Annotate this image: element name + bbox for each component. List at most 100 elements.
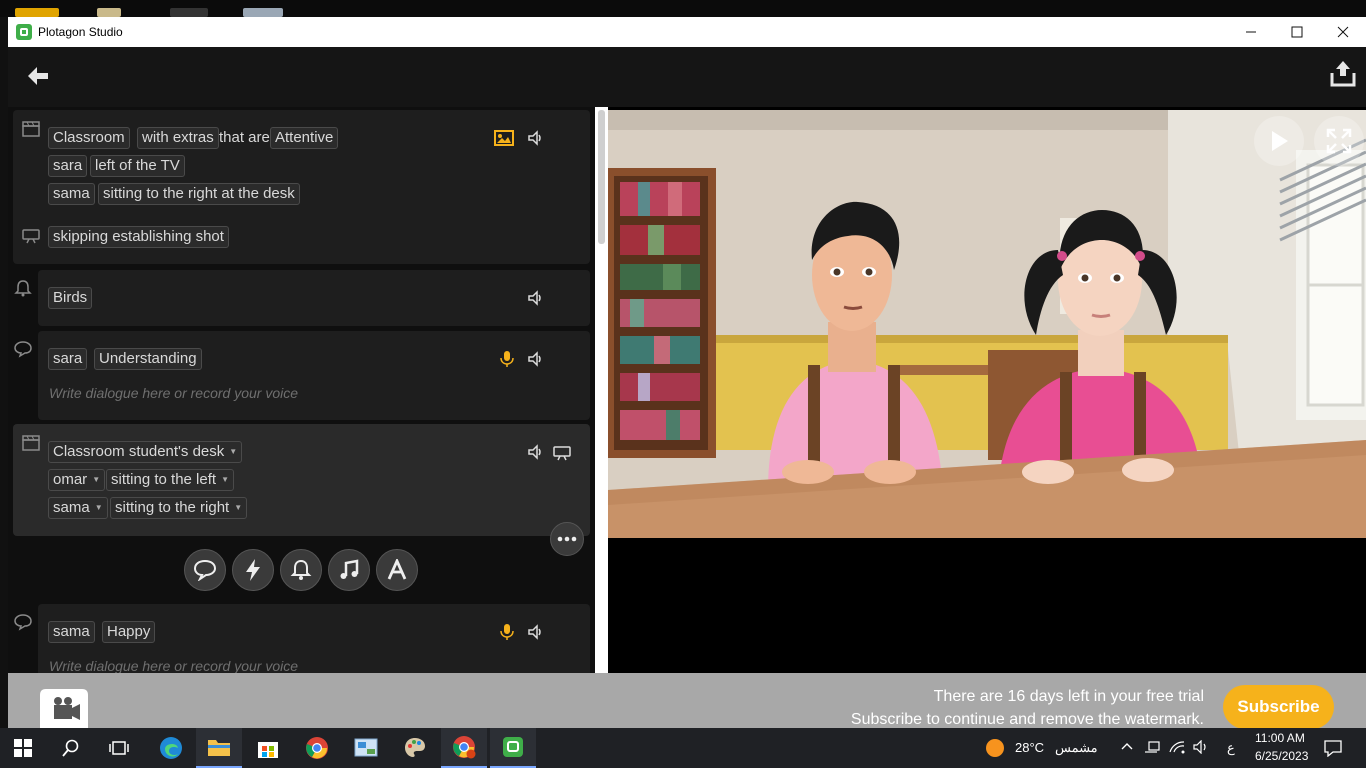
desktop-icon[interactable] [97, 8, 121, 17]
wifi-icon[interactable] [1168, 740, 1186, 754]
trial-subscribe-text: Subscribe to continue and remove the wat… [850, 711, 1204, 728]
trial-days-text: There are 16 days left in your free tria… [933, 688, 1204, 705]
desktop-icon[interactable] [243, 8, 283, 17]
character-chip[interactable]: sama [48, 621, 95, 643]
speech-bubble-icon [14, 341, 32, 358]
clock-time[interactable]: 11:00 AM [1255, 731, 1305, 745]
shot-chip[interactable]: skipping establishing shot [48, 226, 229, 248]
chevron-up-icon[interactable] [1121, 741, 1133, 753]
play-button[interactable] [1254, 116, 1304, 166]
sun-weather-icon[interactable] [985, 738, 1005, 758]
control-panel-taskbar-item[interactable] [343, 728, 389, 768]
location-label: Classroom student's desk [53, 443, 225, 460]
edge-taskbar-item[interactable] [148, 728, 194, 768]
position-chip[interactable]: left of the TV [90, 155, 185, 177]
script-scrollbar[interactable] [595, 107, 608, 673]
more-options-button[interactable] [550, 522, 584, 556]
folder-icon [208, 740, 230, 756]
start-button[interactable] [0, 728, 46, 768]
character-chip[interactable]: sara [48, 155, 88, 177]
maximize-button[interactable] [1274, 17, 1320, 47]
character-dropdown[interactable]: omar ▼ [48, 469, 106, 491]
volume-icon[interactable] [1192, 740, 1210, 754]
weather-temperature[interactable]: 28°C [1015, 740, 1044, 755]
scrollbar-thumb[interactable] [598, 110, 605, 244]
store-taskbar-item[interactable] [245, 728, 291, 768]
microphone-icon[interactable] [498, 350, 516, 368]
chrome-profile-taskbar-item[interactable] [441, 728, 487, 768]
minimize-button[interactable] [1228, 17, 1274, 47]
add-dialogue-button[interactable] [184, 549, 226, 591]
windows-logo-icon [14, 739, 32, 757]
weather-condition[interactable]: مشمس [1055, 740, 1098, 756]
paint-taskbar-item[interactable] [392, 728, 438, 768]
lightning-icon [246, 559, 260, 581]
position-dropdown[interactable]: sitting to the left ▼ [106, 469, 234, 491]
close-icon [1337, 26, 1349, 38]
chrome-icon [453, 736, 476, 759]
character-dropdown[interactable]: sama ▼ [48, 497, 108, 519]
plotagon-logo [38, 687, 90, 731]
character-chip[interactable]: sama [48, 183, 95, 205]
speaker-icon[interactable] [526, 129, 544, 147]
image-icon[interactable] [494, 129, 514, 147]
emotion-chip[interactable]: Understanding [94, 348, 202, 370]
speaker-icon[interactable] [526, 289, 544, 307]
task-view-button[interactable] [96, 728, 142, 768]
dialogue-input[interactable]: Write dialogue here or record your voice [49, 658, 298, 673]
caret-down-icon: ▼ [229, 447, 238, 457]
extras-mood-chip[interactable]: Attentive [270, 127, 339, 149]
camera-icon[interactable] [552, 443, 572, 461]
plotagon-taskbar-item[interactable] [490, 728, 536, 768]
speech-bubble-icon [14, 614, 32, 631]
add-music-button[interactable] [328, 549, 370, 591]
chrome-taskbar-item[interactable] [294, 728, 340, 768]
file-explorer-taskbar-item[interactable] [196, 728, 242, 768]
emotion-chip[interactable]: Happy [102, 621, 156, 643]
back-button[interactable] [26, 64, 52, 88]
speaker-icon[interactable] [526, 350, 544, 368]
input-language[interactable]: ع [1227, 740, 1235, 756]
share-icon [1330, 61, 1356, 87]
desktop-icon[interactable] [15, 8, 59, 17]
plotagon-icon [503, 737, 523, 757]
close-button[interactable] [1320, 17, 1366, 47]
control-panel-icon [354, 738, 378, 757]
speaker-icon[interactable] [526, 443, 544, 461]
play-icon [1272, 131, 1288, 151]
location-dropdown[interactable]: Classroom student's desk ▼ [48, 441, 243, 463]
sound-card[interactable] [38, 270, 590, 326]
caret-down-icon: ▼ [94, 503, 103, 513]
location-chip[interactable]: Classroom [48, 127, 130, 149]
notification-icon[interactable] [1323, 739, 1343, 757]
palette-icon [405, 738, 425, 757]
extras-chip[interactable]: with extras [137, 127, 219, 149]
title-bar: Plotagon Studio [8, 17, 1366, 47]
add-sound-button[interactable] [280, 549, 322, 591]
subscribe-button[interactable]: Subscribe [1223, 685, 1334, 729]
script-panel: Classroom with extras that are Attentive… [8, 107, 595, 673]
window-title: Plotagon Studio [38, 25, 123, 39]
sound-chip[interactable]: Birds [48, 287, 93, 309]
speaker-icon[interactable] [526, 623, 544, 641]
add-action-button[interactable] [232, 549, 274, 591]
position-chip[interactable]: sitting to the right at the desk [98, 183, 300, 205]
microphone-icon[interactable] [498, 623, 516, 641]
desktop-screen: Plotagon Studio Classroom with extras th… [0, 0, 1366, 768]
windows-taskbar: 28°C مشمس ع 11:00 AM 6/25/2023 [0, 728, 1366, 768]
task-view-icon [109, 741, 129, 755]
plotagon-app-icon [16, 24, 32, 40]
add-item-toolbar [184, 549, 424, 593]
edge-icon [160, 737, 182, 759]
search-button[interactable] [48, 728, 94, 768]
fullscreen-button[interactable] [1314, 116, 1364, 166]
network-icon[interactable] [1143, 740, 1161, 754]
add-text-button[interactable] [376, 549, 418, 591]
clock-date[interactable]: 6/25/2023 [1255, 749, 1308, 763]
character-chip[interactable]: sara [48, 348, 88, 370]
export-button[interactable] [1330, 59, 1356, 87]
desktop-icon[interactable] [170, 8, 208, 17]
dialogue-input[interactable]: Write dialogue here or record your voice [49, 385, 298, 401]
dialogue-card[interactable] [38, 331, 590, 420]
position-dropdown[interactable]: sitting to the right ▼ [110, 497, 248, 519]
